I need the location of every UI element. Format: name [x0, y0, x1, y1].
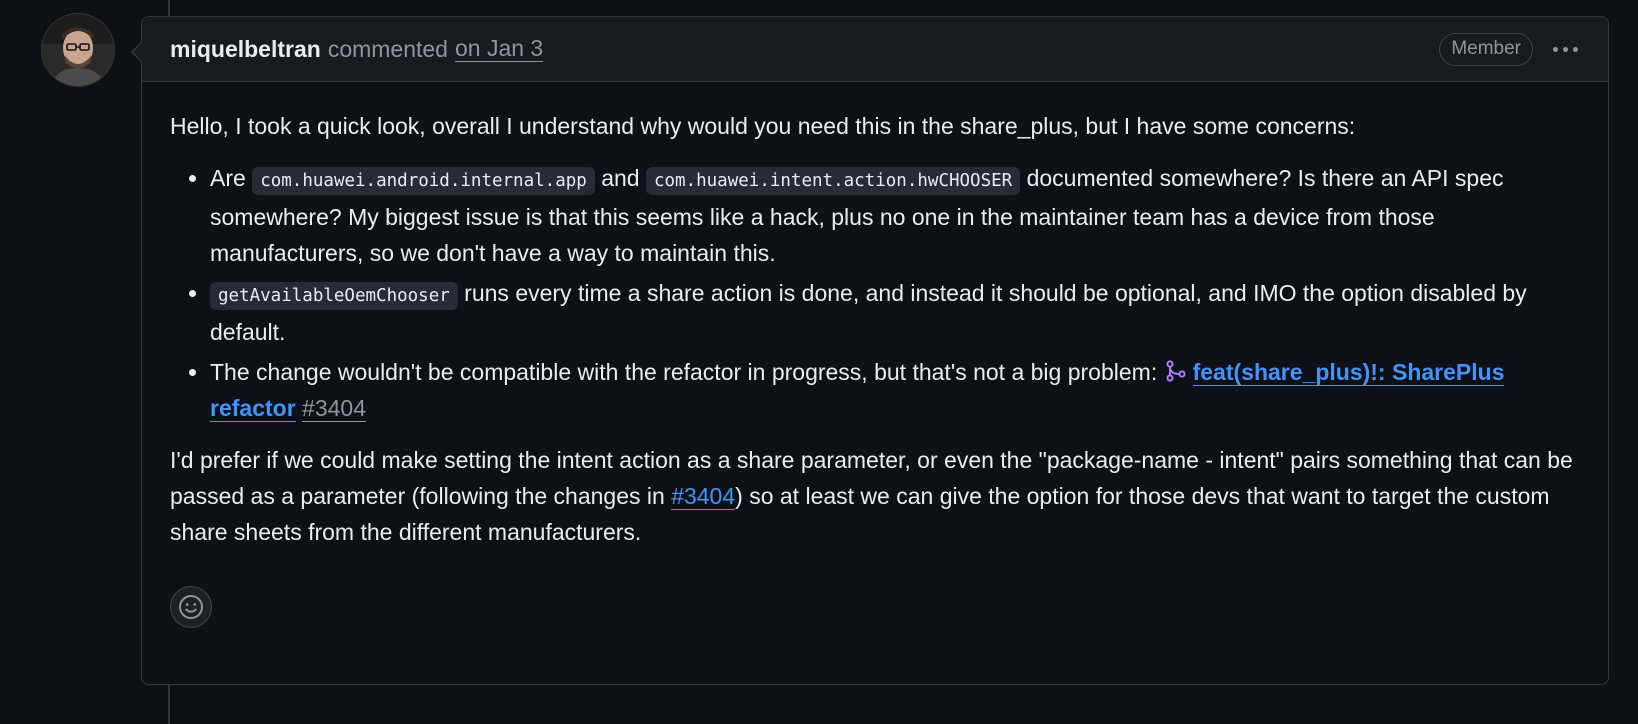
comment-box: miquelbeltran commented on Jan 3 Member …: [131, 16, 1609, 685]
comment-body: Hello, I took a quick look, overall I un…: [142, 82, 1608, 550]
comment-timestamp[interactable]: on Jan 3: [454, 35, 544, 63]
comment-intro: Hello, I took a quick look, overall I un…: [170, 113, 1356, 139]
role-badge: Member: [1439, 33, 1533, 66]
inline-code: com.huawei.android.internal.app: [252, 167, 595, 195]
avatar[interactable]: [42, 14, 114, 86]
git-merge-icon: [1166, 360, 1186, 382]
comment-header: miquelbeltran commented on Jan 3 Member: [142, 17, 1608, 82]
add-reaction-button[interactable]: [170, 586, 212, 628]
pr-number-link[interactable]: #3404: [302, 395, 367, 422]
comment-closing: I'd prefer if we could make setting the …: [170, 447, 1573, 545]
concerns-list: Are com.huawei.android.internal.app and …: [170, 160, 1580, 426]
author-link[interactable]: miquelbeltran: [170, 36, 321, 63]
inline-code: com.huawei.intent.action.hwCHOOSER: [645, 167, 1021, 195]
list-item: The change wouldn't be compatible with t…: [210, 354, 1580, 426]
list-item: Are com.huawei.android.internal.app and …: [210, 160, 1580, 271]
issue-link[interactable]: #3404: [671, 483, 736, 510]
header-actions: Member: [1439, 17, 1580, 82]
kebab-horizontal-icon[interactable]: [1551, 41, 1580, 58]
smiley-icon: [179, 595, 203, 619]
inline-code: getAvailableOemChooser: [210, 282, 458, 310]
comment-action: commented: [327, 35, 448, 62]
list-item: getAvailableOemChooser runs every time a…: [210, 275, 1580, 350]
